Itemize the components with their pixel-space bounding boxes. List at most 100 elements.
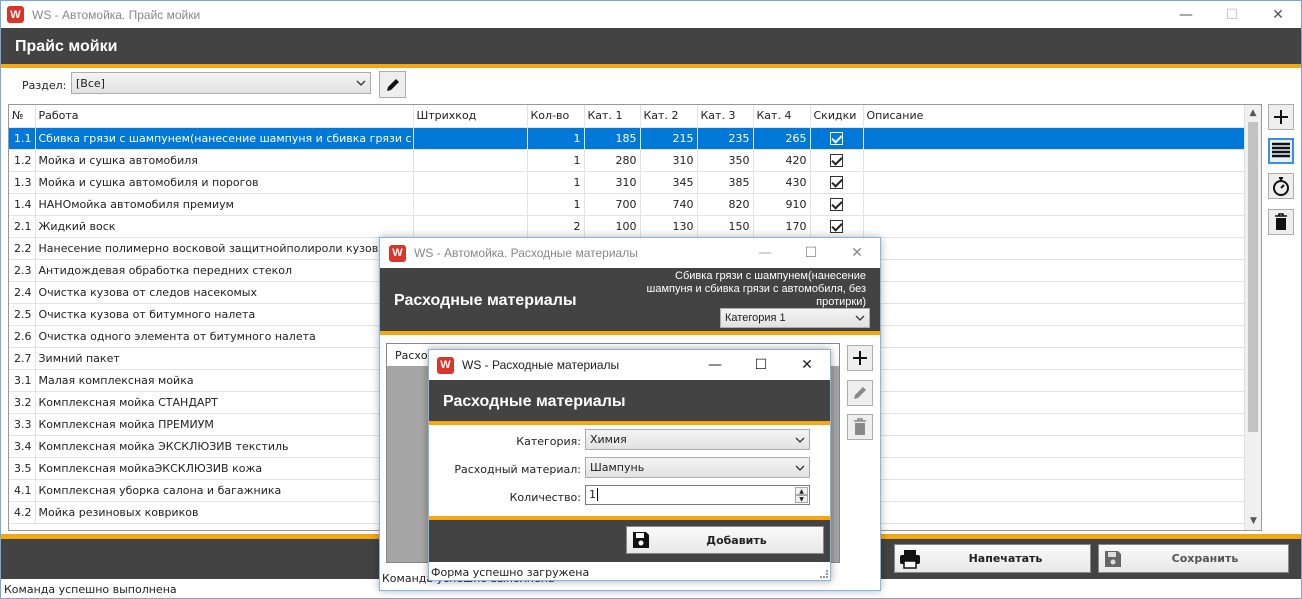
- work-cell[interactable]: Зимний пакет: [35, 347, 414, 370]
- discount-cell[interactable]: [810, 215, 864, 238]
- cat4-cell[interactable]: 430: [753, 171, 811, 194]
- scroll-thumb[interactable]: [1248, 122, 1258, 432]
- row-number[interactable]: 2.6: [9, 325, 36, 348]
- close-icon[interactable]: ✕: [784, 350, 830, 380]
- row-number[interactable]: 3.4: [9, 435, 36, 458]
- work-cell[interactable]: НАНОмойка автомобиля премиум: [35, 193, 414, 216]
- cat2-cell[interactable]: 215: [640, 127, 698, 150]
- description-cell[interactable]: [863, 215, 1246, 238]
- cat1-cell[interactable]: 310: [584, 171, 641, 194]
- col-header[interactable]: Кат. 2: [640, 105, 698, 128]
- cat2-cell[interactable]: 345: [640, 171, 698, 194]
- discount-cell[interactable]: [810, 193, 864, 216]
- minimize-icon[interactable]: —: [692, 350, 738, 380]
- edit-section-button[interactable]: [379, 71, 406, 98]
- work-cell[interactable]: Мойка и сушка автомобиля и порогов: [35, 171, 414, 194]
- material-field[interactable]: Шампунь: [585, 457, 810, 478]
- work-cell[interactable]: Мойка резиновых ковриков: [35, 501, 414, 524]
- add-button[interactable]: Добавить: [626, 526, 824, 554]
- description-cell[interactable]: [863, 127, 1246, 150]
- minimize-icon[interactable]: —: [742, 238, 788, 268]
- scroll-up-icon[interactable]: ▲: [1245, 105, 1261, 122]
- row-number[interactable]: 4.1: [9, 479, 36, 502]
- description-cell[interactable]: [863, 259, 1246, 282]
- close-icon[interactable]: ✕: [834, 238, 880, 268]
- work-cell[interactable]: Мойка и сушка автомобиля: [35, 149, 414, 172]
- cat2-cell[interactable]: 130: [640, 215, 698, 238]
- work-cell[interactable]: Малая комплексная мойка: [35, 369, 414, 392]
- category-field[interactable]: Химия: [585, 429, 810, 450]
- row-number[interactable]: 1.3: [9, 171, 36, 194]
- row-number[interactable]: 2.5: [9, 303, 36, 326]
- maximize-icon[interactable]: ☐: [788, 238, 834, 268]
- row-number[interactable]: 2.4: [9, 281, 36, 304]
- barcode-cell[interactable]: [413, 171, 528, 194]
- work-cell[interactable]: Комплексная уборка салона и багажника: [35, 479, 414, 502]
- qty-cell[interactable]: 2: [527, 215, 585, 238]
- resize-grip-icon[interactable]: [820, 570, 828, 578]
- table-row[interactable]: 2.1 Жидкий воск 2 100 130 150 170: [9, 215, 1246, 238]
- description-cell[interactable]: [863, 391, 1246, 414]
- cat4-cell[interactable]: 265: [753, 127, 811, 150]
- description-cell[interactable]: [863, 149, 1246, 172]
- cat3-cell[interactable]: 150: [697, 215, 754, 238]
- table-row[interactable]: 1.4 НАНОмойка автомобиля премиум 1 700 740 82…: [9, 193, 1246, 216]
- description-cell[interactable]: [863, 325, 1246, 348]
- row-number[interactable]: 2.2: [9, 237, 36, 260]
- qty-cell[interactable]: 1: [527, 171, 585, 194]
- discount-cell[interactable]: [810, 127, 864, 150]
- row-number[interactable]: 1.2: [9, 149, 36, 172]
- col-header[interactable]: №: [9, 105, 36, 128]
- discount-checkbox[interactable]: [830, 153, 843, 167]
- table-row[interactable]: 1.2 Мойка и сушка автомобиля 1 280 310 350 420: [9, 149, 1246, 172]
- col-header[interactable]: Кат. 4: [753, 105, 811, 128]
- table-scrollbar[interactable]: ▲ ▼: [1244, 105, 1261, 530]
- scroll-down-icon[interactable]: ▼: [1245, 513, 1261, 530]
- row-number[interactable]: 2.7: [9, 347, 36, 370]
- description-cell[interactable]: [863, 303, 1246, 326]
- row-number[interactable]: 2.3: [9, 259, 36, 282]
- col-header[interactable]: Кат. 3: [697, 105, 754, 128]
- stepper-up-icon[interactable]: ▲: [795, 487, 808, 495]
- cat3-cell[interactable]: 385: [697, 171, 754, 194]
- discount-cell[interactable]: [810, 149, 864, 172]
- edit-material-button[interactable]: [847, 380, 873, 406]
- cat1-cell[interactable]: 700: [584, 193, 641, 216]
- work-cell[interactable]: Очистка кузова от битумного налета: [35, 303, 414, 326]
- work-cell[interactable]: Нанесение полимерно восковой защитнойпол…: [35, 237, 414, 260]
- work-cell[interactable]: Очистка кузова от следов насекомых: [35, 281, 414, 304]
- cat4-cell[interactable]: 170: [753, 215, 811, 238]
- work-cell[interactable]: Комплексная мойка СТАНДАРТ: [35, 391, 414, 414]
- description-cell[interactable]: [863, 281, 1246, 304]
- cat4-cell[interactable]: 910: [753, 193, 811, 216]
- maximize-icon[interactable]: ☐: [1209, 1, 1255, 28]
- cat2-cell[interactable]: 310: [640, 149, 698, 172]
- delete-material-button[interactable]: [847, 414, 873, 440]
- description-cell[interactable]: [863, 457, 1246, 480]
- col-header[interactable]: Скидки: [810, 105, 864, 128]
- work-cell[interactable]: Комплексная мойка ЭКСКЛЮЗИВ текстиль: [35, 435, 414, 458]
- table-row[interactable]: 1.3 Мойка и сушка автомобиля и порогов 1 31…: [9, 171, 1246, 194]
- description-cell[interactable]: [863, 347, 1246, 370]
- row-number[interactable]: 4.2: [9, 501, 36, 524]
- materials-list-button[interactable]: [1268, 138, 1294, 164]
- cat1-cell[interactable]: 185: [584, 127, 641, 150]
- discount-cell[interactable]: [810, 171, 864, 194]
- barcode-cell[interactable]: [413, 149, 528, 172]
- barcode-cell[interactable]: [413, 215, 528, 238]
- qty-cell[interactable]: 1: [527, 127, 585, 150]
- work-cell[interactable]: Комплексная мойка ПРЕМИУМ: [35, 413, 414, 436]
- row-number[interactable]: 3.3: [9, 413, 36, 436]
- work-cell[interactable]: Антидождевая обработка передних стекол: [35, 259, 414, 282]
- description-cell[interactable]: [863, 435, 1246, 458]
- row-number[interactable]: 3.1: [9, 369, 36, 392]
- cat1-cell[interactable]: 100: [584, 215, 641, 238]
- close-icon[interactable]: ✕: [1255, 1, 1301, 28]
- work-cell[interactable]: Комплексная мойкаЭКСКЛЮЗИВ кожа: [35, 457, 414, 480]
- discount-checkbox[interactable]: [830, 131, 843, 145]
- description-cell[interactable]: [863, 193, 1246, 216]
- barcode-cell[interactable]: [413, 127, 528, 150]
- add-material-button[interactable]: [847, 345, 873, 371]
- cat4-cell[interactable]: 420: [753, 149, 811, 172]
- description-cell[interactable]: [863, 479, 1246, 502]
